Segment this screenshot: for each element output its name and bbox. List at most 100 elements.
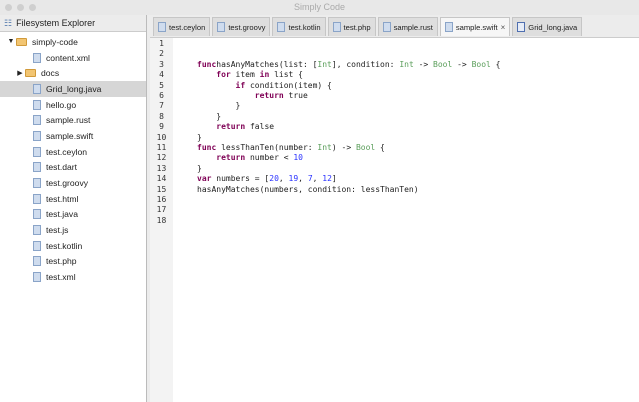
file-icon bbox=[33, 256, 41, 266]
tab-label: test.groovy bbox=[228, 23, 265, 32]
file-icon bbox=[33, 131, 41, 141]
code-token: { bbox=[375, 143, 385, 152]
line-number: 10 bbox=[150, 133, 173, 143]
code-token: if bbox=[236, 81, 246, 90]
tree-item-label: content.xml bbox=[46, 53, 90, 63]
code-token: Bool bbox=[433, 60, 452, 69]
tree-item[interactable]: test.html bbox=[0, 191, 146, 207]
code-token: Int bbox=[317, 143, 331, 152]
tree-item-label: test.ceylon bbox=[46, 147, 87, 157]
tree-item[interactable]: sample.swift bbox=[0, 128, 146, 144]
code-token: ] bbox=[332, 174, 337, 183]
minimize-window-button[interactable] bbox=[17, 4, 24, 11]
tab-test-php[interactable]: test.php bbox=[328, 17, 376, 36]
code-token: true bbox=[284, 91, 308, 100]
file-icon bbox=[33, 162, 41, 172]
tab-test-kotlin[interactable]: test.kotlin bbox=[272, 17, 325, 36]
line-number: 17 bbox=[150, 205, 173, 215]
tree-item[interactable]: ▶docs bbox=[0, 65, 146, 81]
tree-item[interactable]: test.php bbox=[0, 254, 146, 270]
tree-item[interactable]: test.xml bbox=[0, 269, 146, 285]
line-number: 6 bbox=[150, 91, 173, 101]
code-line: return false bbox=[197, 122, 274, 132]
code-line: } bbox=[197, 164, 202, 174]
file-icon bbox=[217, 22, 225, 32]
tree-item[interactable]: test.dart bbox=[0, 160, 146, 176]
maximize-window-button[interactable] bbox=[29, 4, 36, 11]
tab-label: Grid_long.java bbox=[528, 23, 577, 32]
code-token: numbers = [ bbox=[211, 174, 269, 183]
tab-test-groovy[interactable]: test.groovy bbox=[212, 17, 270, 36]
code-token: , bbox=[313, 174, 323, 183]
tree-item-label: simply-code bbox=[32, 37, 78, 47]
code-editor[interactable]: 123funchasAnyMatches(list: [Int], condit… bbox=[150, 37, 639, 402]
file-icon bbox=[445, 22, 453, 32]
tab-grid-long-java[interactable]: Grid_long.java bbox=[512, 17, 582, 36]
tree-item[interactable]: content.xml bbox=[0, 50, 146, 66]
code-token: 12 bbox=[322, 174, 332, 183]
code-token: lessThanTen(number: bbox=[216, 143, 317, 152]
code-token: , bbox=[279, 174, 289, 183]
file-icon bbox=[33, 225, 41, 235]
code-token: } bbox=[197, 112, 221, 121]
code-token: Int bbox=[317, 60, 331, 69]
code-token: false bbox=[245, 122, 274, 131]
tab-test-ceylon[interactable]: test.ceylon bbox=[153, 17, 210, 36]
tab-label: sample.swift bbox=[456, 23, 498, 32]
code-token: hasAnyMatches(list: [ bbox=[216, 60, 317, 69]
code-line: return true bbox=[197, 91, 308, 101]
window-controls[interactable] bbox=[5, 4, 36, 11]
tab-sample-swift[interactable]: sample.swift× bbox=[440, 17, 510, 36]
code-token bbox=[197, 122, 216, 131]
tab-label: test.ceylon bbox=[169, 23, 205, 32]
code-token: func bbox=[197, 143, 216, 152]
folder-icon bbox=[25, 69, 36, 77]
close-window-button[interactable] bbox=[5, 4, 12, 11]
line-number: 13 bbox=[150, 164, 173, 174]
tree-item[interactable]: Grid_long.java bbox=[0, 81, 146, 97]
tree-item[interactable]: ▼ simply-code bbox=[0, 34, 146, 50]
code-token: 19 bbox=[289, 174, 299, 183]
tab-label: test.php bbox=[344, 23, 371, 32]
tree-item-label: test.html bbox=[46, 194, 78, 204]
close-tab-icon[interactable]: × bbox=[501, 23, 506, 32]
file-icon bbox=[33, 100, 41, 110]
window-title: Simply Code bbox=[294, 2, 345, 12]
tab-sample-rust[interactable]: sample.rust bbox=[378, 17, 438, 36]
code-token: return bbox=[255, 91, 284, 100]
tree-item[interactable]: hello.go bbox=[0, 97, 146, 113]
line-number: 16 bbox=[150, 195, 173, 205]
file-icon bbox=[33, 272, 41, 282]
code-token: return bbox=[216, 153, 245, 162]
expanded-arrow-icon: ▼ bbox=[6, 38, 16, 45]
folder-icon bbox=[16, 38, 27, 46]
java-file-icon bbox=[517, 22, 525, 32]
code-line: } bbox=[197, 112, 221, 122]
code-token: , bbox=[298, 174, 308, 183]
code-token: in bbox=[260, 70, 270, 79]
line-number: 14 bbox=[150, 174, 173, 184]
tree-item[interactable]: test.js bbox=[0, 222, 146, 238]
code-token: condition(item) { bbox=[245, 81, 332, 90]
tree-item[interactable]: test.java bbox=[0, 207, 146, 223]
line-number: 7 bbox=[150, 101, 173, 111]
tree-item[interactable]: test.groovy bbox=[0, 175, 146, 191]
tree-item[interactable]: sample.rust bbox=[0, 112, 146, 128]
tree-item[interactable]: test.ceylon bbox=[0, 144, 146, 160]
tab-label: test.kotlin bbox=[288, 23, 320, 32]
tree-item[interactable]: test.kotlin bbox=[0, 238, 146, 254]
code-token: Bool bbox=[356, 143, 375, 152]
tree-item-label: Grid_long.java bbox=[46, 84, 101, 94]
explorer-header: ☷ Filesystem Explorer bbox=[0, 15, 146, 32]
file-icon bbox=[33, 178, 41, 188]
line-number: 9 bbox=[150, 122, 173, 132]
code-token: item bbox=[231, 70, 260, 79]
code-token: ], condition: bbox=[332, 60, 399, 69]
code-token: } bbox=[197, 164, 202, 173]
file-icon bbox=[33, 53, 41, 63]
file-icon bbox=[33, 147, 41, 157]
code-line: funchasAnyMatches(list: [Int], condition… bbox=[197, 60, 500, 70]
tree-item-label: test.java bbox=[46, 209, 78, 219]
code-line: } bbox=[197, 133, 202, 143]
code-token: return bbox=[216, 122, 245, 131]
